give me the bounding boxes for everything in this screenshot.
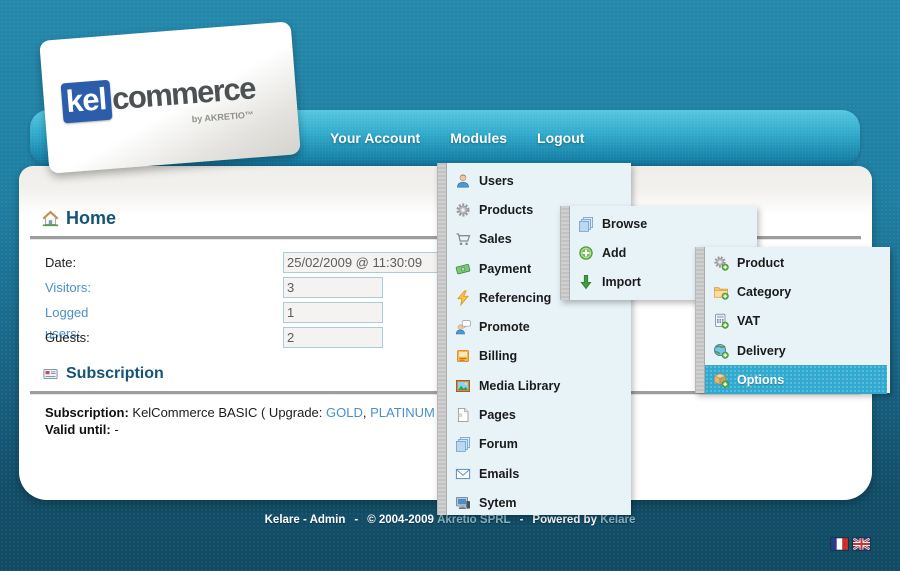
menu-item-media-library[interactable]: Media Library (447, 371, 631, 400)
logo-kel-box: kel (61, 80, 113, 124)
logo-card[interactable]: kel commerce by AKRETIO™ (39, 21, 301, 173)
valid-until-line: Valid until: - (45, 422, 119, 437)
menu-item-label: Sales (479, 232, 512, 246)
menu-item-label: Promote (479, 320, 530, 334)
menu-item-label: Products (479, 203, 533, 217)
promote-icon (455, 319, 471, 335)
menu-item-sytem[interactable]: Sytem (447, 488, 631, 517)
menu-item-browse[interactable]: Browse (570, 209, 757, 238)
lightning-icon (455, 290, 471, 306)
box-plus-icon (713, 372, 729, 388)
mail-icon (455, 466, 471, 482)
media-icon (455, 378, 471, 394)
menu-item-label: Referencing (479, 291, 551, 305)
date-input[interactable] (283, 252, 453, 273)
subscription-title: Subscription (66, 365, 164, 383)
copies-icon (578, 216, 594, 232)
footer-brand: Kelare - Admin (265, 514, 346, 526)
page-background: Your Account Modules Logout Home Date: V… (0, 0, 900, 571)
menu-item-label: Product (737, 256, 784, 270)
menu-item-promote[interactable]: Promote (447, 312, 631, 341)
guests-input[interactable] (283, 327, 383, 348)
menu-item-label: Users (479, 174, 514, 188)
home-heading: Home (42, 208, 116, 229)
menu-item-label: Emails (479, 467, 519, 481)
gear-icon (455, 202, 471, 218)
menu-item-label: Forum (479, 437, 518, 451)
home-icon (42, 210, 59, 227)
visitors-label[interactable]: Visitors: (45, 277, 91, 298)
menu-item-label: Browse (602, 217, 647, 231)
user-icon (455, 173, 471, 189)
visitors-input[interactable] (283, 277, 383, 298)
home-title: Home (66, 208, 116, 229)
menu-left-strip (695, 247, 705, 393)
footer-copyright: © 2004-2009 (367, 514, 434, 526)
footer-separator: - (345, 514, 367, 526)
menu-item-vat[interactable]: VAT (705, 307, 887, 336)
monitor-icon (455, 495, 471, 511)
menu-item-label: Options (737, 373, 784, 387)
menu-item-billing[interactable]: Billing (447, 342, 631, 371)
menu-item-emails[interactable]: Emails (447, 459, 631, 488)
menu-item-label: VAT (737, 314, 760, 328)
subscription-plan-text: KelCommerce BASIC ( Upgrade: (129, 405, 326, 420)
valid-until-value: - (111, 422, 119, 437)
subscription-heading: Subscription (42, 365, 164, 383)
card-icon (42, 366, 59, 382)
menu-item-delivery[interactable]: Delivery (705, 336, 887, 365)
menu-item-pages[interactable]: Pages (447, 400, 631, 429)
british-flag-icon[interactable] (853, 538, 870, 550)
cart-icon (455, 231, 471, 247)
upgrade-platinum-link[interactable]: PLATINUM (370, 405, 435, 420)
french-flag-icon[interactable] (831, 538, 848, 550)
upgrade-gold-link[interactable]: GOLD (326, 405, 363, 420)
link-separator: , (363, 405, 370, 420)
kelcommerce-logo: kel commerce by AKRETIO™ (61, 68, 258, 134)
menu-item-label: Sytem (479, 496, 517, 510)
menu-item-label: Add (602, 246, 626, 260)
nav-your-account[interactable]: Your Account (330, 130, 420, 146)
menu-item-label: Media Library (479, 379, 560, 393)
subscription-line: Subscription: KelCommerce BASIC ( Upgrad… (45, 405, 435, 420)
date-label: Date: (45, 252, 76, 273)
menu-item-label: Import (602, 275, 641, 289)
menu-item-label: Billing (479, 349, 517, 363)
language-switcher (831, 538, 870, 550)
copies-icon (455, 436, 471, 452)
nav-items: Your Account Modules Logout (330, 110, 584, 165)
menu-item-options[interactable]: Options (705, 365, 887, 394)
logged-users-input[interactable] (283, 302, 383, 323)
menu-item-label: Payment (479, 262, 531, 276)
ticket-icon (455, 261, 471, 277)
menu-item-users[interactable]: Users (447, 166, 631, 195)
menu-item-category[interactable]: Category (705, 277, 887, 306)
menu-item-label: Delivery (737, 344, 786, 358)
guests-label: Guests: (45, 327, 90, 348)
menu-item-product[interactable]: Product (705, 248, 887, 277)
nav-logout[interactable]: Logout (537, 130, 584, 146)
nav-modules[interactable]: Modules (450, 130, 507, 146)
add-icon (578, 245, 594, 261)
calc-plus-icon (713, 313, 729, 329)
add-submenu: Product Category VAT Delivery Options (695, 247, 890, 393)
menu-left-strip (560, 206, 570, 300)
folder-plus-icon (713, 284, 729, 300)
menu-left-strip (437, 163, 447, 515)
gear-plus-icon (713, 255, 729, 271)
import-icon (578, 274, 594, 290)
subscription-label: Subscription: (45, 405, 129, 420)
menu-item-forum[interactable]: Forum (447, 430, 631, 459)
billing-icon (455, 348, 471, 364)
menu-item-label: Category (737, 285, 791, 299)
page-icon (455, 407, 471, 423)
globe-plus-icon (713, 343, 729, 359)
menu-item-label: Pages (479, 408, 516, 422)
valid-until-label: Valid until: (45, 422, 111, 437)
